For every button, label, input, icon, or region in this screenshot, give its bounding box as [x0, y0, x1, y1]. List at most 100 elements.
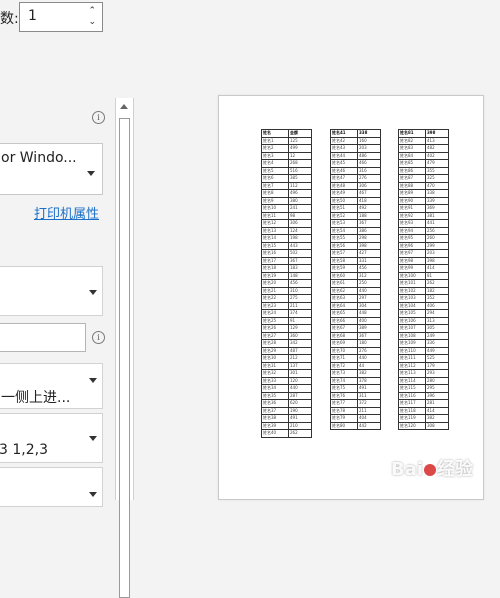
table-cell-name: 姓名110	[398, 346, 426, 355]
table-cell-amount: 443	[288, 241, 312, 250]
pages-input[interactable]	[0, 323, 86, 352]
table-cell-name: 姓名15	[261, 241, 289, 250]
chevron-down-icon[interactable]	[87, 171, 95, 176]
table-row: 姓名117 281	[398, 399, 449, 408]
table-row: 姓名57 427	[330, 249, 381, 258]
table-cell-name: 姓名41	[330, 129, 358, 138]
chevron-down-icon[interactable]	[89, 436, 97, 441]
print-range-select[interactable]	[0, 266, 103, 316]
table-row: 姓名50 418	[330, 196, 381, 205]
table-cell-amount: 198	[288, 234, 312, 243]
table-cell-name: 姓名26	[261, 324, 289, 333]
print-preview-page: 姓名 金额 姓名1 125 姓名2 499 姓名3 12 姓名4 268 姓名5 516 姓名6 385 姓…	[218, 95, 484, 500]
table-row: 姓名12 306	[261, 219, 312, 228]
collate-select[interactable]: 3 1,2,3	[0, 413, 103, 463]
info-icon[interactable]: i	[92, 331, 105, 344]
table-row: 姓名46 316	[330, 166, 381, 175]
table-cell-amount: 325	[425, 174, 449, 183]
table-cell-name: 姓名25	[261, 316, 289, 325]
table-cell-name: 姓名18	[261, 264, 289, 273]
table-cell-amount: 125	[288, 136, 312, 145]
table-row: 姓名103 352	[398, 294, 449, 303]
table-cell-amount: 211	[357, 406, 381, 415]
table-cell-name: 姓名75	[330, 384, 358, 393]
copies-spinner[interactable]: 1 ⌃ ⌄	[19, 2, 103, 32]
table-row: 姓名30 212	[261, 354, 312, 363]
table-cell-amount: 120	[288, 376, 312, 385]
table-row: 姓名109 336	[398, 339, 449, 348]
table-cell-name: 姓名96	[398, 241, 426, 250]
next-select[interactable]	[0, 467, 103, 507]
table-cell-amount: 382	[357, 369, 381, 378]
table-row: 姓名55 298	[330, 234, 381, 243]
table-cell-name: 姓名14	[261, 234, 289, 243]
table-row: 姓名70 276	[330, 346, 381, 355]
duplex-select[interactable]: 一侧上进...	[0, 363, 103, 409]
table-cell-amount: 418	[357, 196, 381, 205]
table-cell-amount: 294	[425, 309, 449, 318]
table-cell-name: 姓名82	[398, 136, 426, 145]
table-cell-name: 姓名97	[398, 249, 426, 258]
info-icon[interactable]: i	[92, 111, 105, 124]
table-cell-amount: 98	[288, 211, 312, 220]
scroll-up-icon[interactable]	[120, 104, 128, 109]
table-cell-amount: 491	[288, 414, 312, 423]
table-cell-amount: 295	[425, 384, 449, 393]
table-cell-amount: 502	[288, 249, 312, 258]
chevron-down-icon[interactable]	[89, 290, 97, 295]
table-row: 姓名52 188	[330, 211, 381, 220]
table-header-row: 姓名81 398	[398, 129, 449, 138]
table-row: 姓名7 112	[261, 181, 312, 190]
table-cell-name: 姓名5	[261, 166, 289, 175]
table-row: 姓名85 479	[398, 159, 449, 168]
table-row: 姓名19 148	[261, 271, 312, 280]
table-cell-amount: 413	[425, 136, 449, 145]
table-cell-amount: 260	[425, 234, 449, 243]
table-cell-amount: 440	[357, 286, 381, 295]
table-cell-name: 姓名101	[398, 279, 426, 288]
table-cell-name: 姓名19	[261, 271, 289, 280]
paw-logo-icon	[424, 464, 437, 476]
table-cell-name: 姓名	[261, 129, 289, 138]
table-row: 姓名99 414	[398, 264, 449, 273]
table-cell-name: 姓名84	[398, 151, 426, 160]
copies-value[interactable]: 1	[28, 8, 37, 24]
table-row: 姓名120 308	[398, 421, 449, 430]
table-row: 姓名45 466	[330, 159, 381, 168]
scrollbar-thumb[interactable]	[119, 118, 130, 598]
table-cell-name: 姓名21	[261, 286, 289, 295]
preview-table-3: 姓名81 398 姓名82 413 姓名83 482 姓名84 402 姓名85 479 姓名86 3…	[398, 129, 449, 430]
table-cell-name: 姓名59	[330, 264, 358, 273]
chevron-down-icon[interactable]	[89, 378, 97, 383]
table-cell-amount: 137	[288, 361, 312, 370]
chevron-down-icon[interactable]	[89, 492, 97, 497]
table-row: 姓名40 262	[261, 429, 312, 438]
settings-scrollbar[interactable]	[115, 98, 134, 598]
table-cell-name: 姓名29	[261, 346, 289, 355]
chevron-down-icon[interactable]: ⌄	[88, 18, 96, 27]
printer-properties-link[interactable]: 打印机属性	[34, 203, 99, 222]
table-cell-amount: 402	[425, 151, 449, 160]
table-cell-amount: 299	[425, 241, 449, 250]
table-cell-name: 姓名115	[398, 384, 426, 393]
chevron-up-icon[interactable]: ⌃	[88, 7, 96, 16]
table-row: 姓名113 293	[398, 369, 449, 378]
table-row: 姓名53 367	[330, 219, 381, 228]
printer-select[interactable]: or Windo...	[0, 143, 103, 195]
table-row: 姓名80 442	[330, 421, 381, 430]
table-row: 姓名65 448	[330, 309, 381, 318]
baidu-watermark: Bai 经验	[391, 459, 474, 480]
table-cell-name: 姓名50	[330, 196, 358, 205]
table-row: 姓名36 620	[261, 399, 312, 408]
table-row: 姓名25 91	[261, 316, 312, 325]
table-cell-name: 姓名64	[330, 301, 358, 310]
table-row: 姓名73 382	[330, 369, 381, 378]
table-cell-name: 姓名47	[330, 174, 358, 183]
table-cell-name: 姓名3	[261, 151, 289, 160]
table-cell-amount: 262	[288, 429, 312, 438]
table-row: 姓名102 182	[398, 286, 449, 295]
table-cell-amount: 211	[288, 301, 312, 310]
table-row: 姓名60 312	[330, 271, 381, 280]
table-cell-amount: 492	[357, 204, 381, 213]
table-cell-name: 姓名35	[261, 391, 289, 400]
